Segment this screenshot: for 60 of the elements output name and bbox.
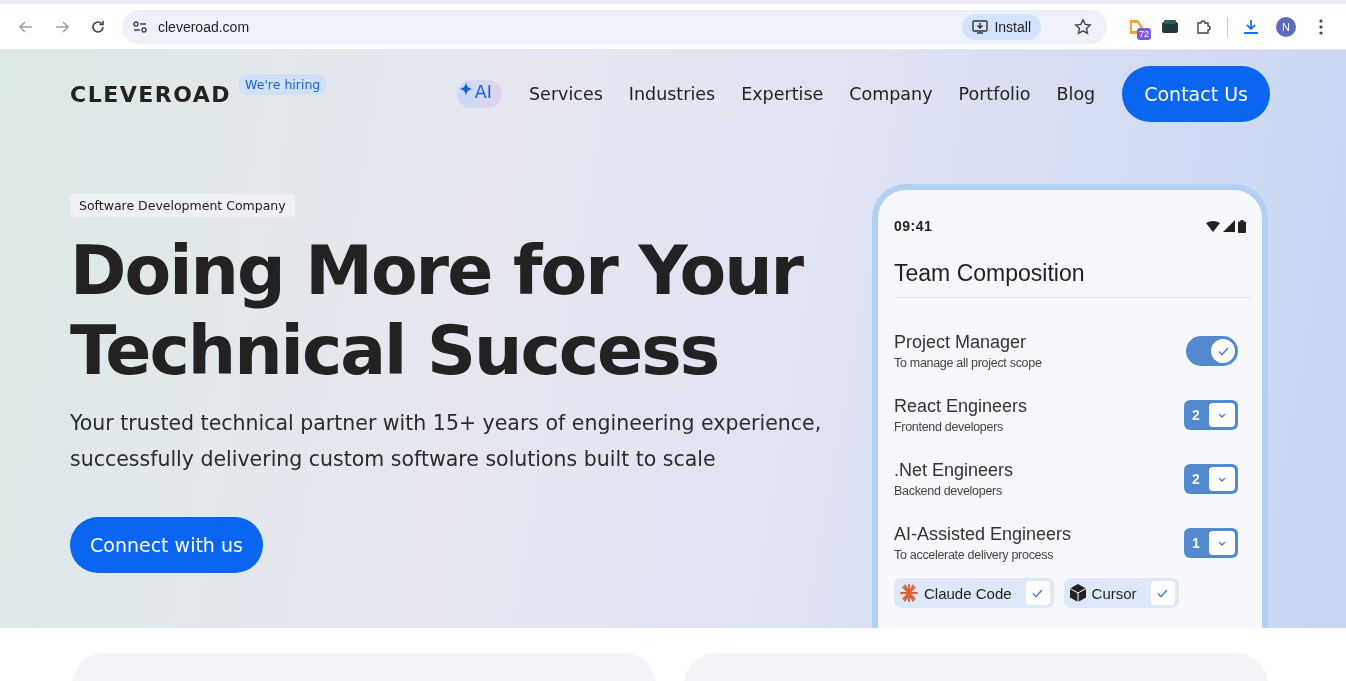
forward-icon (54, 18, 70, 35)
role-name: React Engineers (894, 396, 1028, 417)
status-time: 09:41 (894, 218, 933, 234)
chevron-down-icon (1218, 412, 1226, 418)
menu-icon (1319, 18, 1323, 35)
cube-icon (1069, 584, 1086, 602)
nav-link[interactable]: Blog (1043, 84, 1109, 104)
contact-us-button[interactable]: Contact Us (1122, 66, 1270, 122)
hero-heading: Technical Success (70, 311, 720, 391)
wifi-icon (1206, 220, 1220, 232)
count-dropdown[interactable]: 2 (1184, 400, 1238, 430)
asterisk-icon (900, 584, 918, 602)
chevron-down-icon (1218, 540, 1226, 546)
checkbox[interactable] (1150, 581, 1175, 605)
connect-button[interactable]: Connect with us (70, 517, 263, 573)
count-dropdown[interactable]: 1 (1184, 528, 1238, 558)
role-name: Project Manager (894, 332, 1028, 353)
screen-title: Team Composition (894, 258, 1252, 298)
nav-link[interactable]: Portfolio (945, 84, 1044, 104)
check-icon (1032, 588, 1044, 598)
hero-subtitle: Your trusted technical partner with 15+ years of engineering experience, successfully delivering custom software solutions built to scale (70, 410, 823, 473)
nav-link[interactable]: Services (516, 84, 616, 104)
sparkle-icon (458, 82, 473, 96)
download-icon (1242, 17, 1260, 36)
nav-link[interactable]: Company (836, 84, 946, 104)
star-icon (1074, 17, 1092, 36)
role-description: Backend developers (894, 484, 1003, 498)
signal-icon (1223, 220, 1235, 232)
install-button[interactable]: Install (962, 13, 1041, 40)
nav-link[interactable]: Expertise (728, 84, 837, 104)
toggle-switch[interactable] (1186, 336, 1238, 366)
site-logo[interactable]: CLEVEROAD (70, 81, 232, 107)
url-text: cleveroad.com (158, 18, 251, 35)
role-name: .Net Engineers (894, 460, 1014, 481)
hiring-badge[interactable]: We're hiring (239, 74, 327, 95)
hero-heading: Doing More for Your (70, 231, 803, 311)
checkbox[interactable] (1025, 581, 1050, 605)
count-dropdown[interactable]: 2 (1184, 464, 1238, 494)
role-description: Frontend developers (894, 420, 1004, 434)
puzzle-icon (1195, 17, 1213, 36)
battery-icon (1238, 219, 1246, 233)
profile-avatar[interactable]: N (1276, 16, 1296, 37)
tool-chip[interactable]: Cursor (1063, 578, 1179, 608)
tool-name: Cursor (1091, 584, 1137, 602)
role-description: To manage all project scope (894, 356, 1042, 370)
back-icon (18, 18, 34, 35)
chevron-down-icon (1218, 476, 1226, 482)
tool-chip[interactable]: Claude Code (894, 578, 1054, 608)
check-icon (1157, 588, 1169, 598)
extension-button[interactable]: 72 (1119, 10, 1153, 43)
tool-name: Claude Code (924, 584, 1012, 602)
eyebrow-label: Software Development Company (70, 194, 295, 217)
reload-icon (90, 18, 106, 35)
check-icon (1217, 346, 1229, 356)
role-name: AI-Assisted Engineers (894, 524, 1072, 545)
address-bar[interactable]: cleveroad.com Install (122, 9, 1107, 44)
role-description: To accelerate delivery process (894, 548, 1055, 562)
site-settings-icon (132, 18, 148, 35)
nav-link[interactable]: Industries (615, 84, 729, 104)
install-icon (972, 18, 989, 35)
